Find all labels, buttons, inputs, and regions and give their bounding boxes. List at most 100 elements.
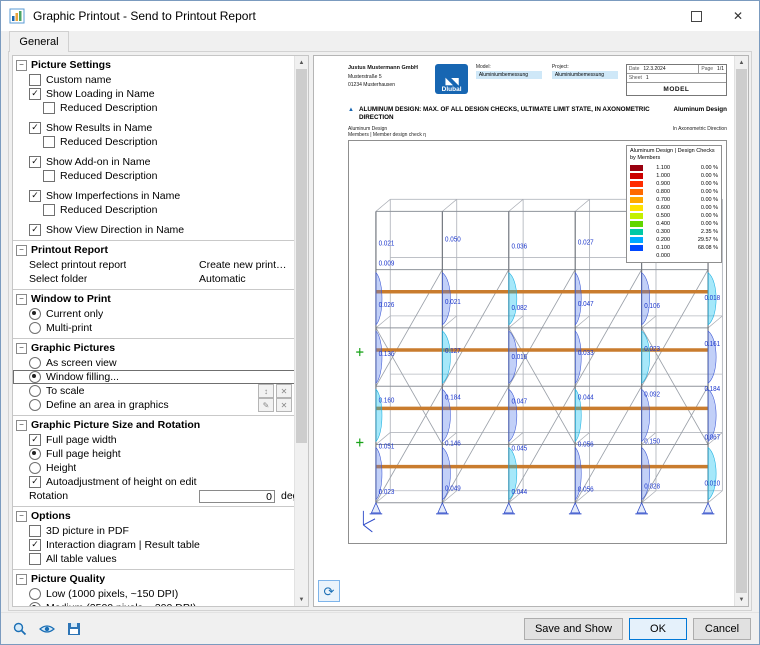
row-current-only[interactable]: Current only [13,307,295,321]
svg-text:0.018: 0.018 [704,295,720,302]
radio-unselected[interactable] [29,357,41,369]
checkbox-checked[interactable]: ✓ [29,190,41,202]
radio-unselected[interactable] [29,322,41,334]
scrollbar-thumb[interactable] [736,69,747,593]
collapse-icon[interactable]: − [16,244,27,256]
row-rotation[interactable]: Rotation 0 deg [13,489,295,503]
view-button[interactable] [36,618,58,640]
row-reduced-description[interactable]: Reduced Description [13,135,295,149]
row-show-add-on-in-name[interactable]: ✓ Show Add-on in Name [13,155,295,169]
tab-general[interactable]: General [9,31,69,52]
row-window-filling[interactable]: Window filling... [13,370,295,384]
scrollbar-thumb[interactable] [296,69,307,443]
subtitle-line2: Members | Member design check η [348,132,426,139]
row-show-results-in-name[interactable]: ✓ Show Results in Name [13,121,295,135]
row-label: Window filling... [46,371,119,383]
row-as-screen-view[interactable]: As screen view [13,356,295,370]
company-name: Justus Mustermann GmbH [348,65,418,71]
row-select-folder[interactable]: Select folder Automatic [13,272,295,286]
row-show-imperfections-in-name[interactable]: ✓ Show Imperfections in Name [13,189,295,203]
scroll-up-icon[interactable] [295,56,308,69]
legend-swatch [630,205,643,212]
row-autoadjustment-of-height-on-edit[interactable]: ✓ Autoadjustment of height on edit [13,475,295,489]
checkbox-checked[interactable]: ✓ [29,122,41,134]
checkbox-unchecked[interactable] [29,553,41,565]
app-icon [9,8,25,24]
checkbox-checked[interactable]: ✓ [29,476,41,488]
row-to-scale[interactable]: To scale ↕ ✕ [13,384,295,398]
radio-unselected[interactable] [29,385,41,397]
checkbox-checked[interactable]: ✓ [29,539,41,551]
checkbox-checked[interactable]: ✓ [29,156,41,168]
section-picture-settings: − Picture Settings Custom name ✓ Show Loadin… [13,56,295,240]
checkbox-checked[interactable]: ✓ [29,434,41,446]
radio-selected[interactable] [29,602,41,606]
collapse-icon[interactable]: − [16,59,27,71]
row-height[interactable]: Height [13,461,295,475]
legend-swatch [630,229,643,236]
company-city: 01234 Musterhausen [348,81,395,88]
checkbox-unchecked[interactable] [43,204,55,216]
row-custom-name[interactable]: Custom name [13,73,295,87]
find-button[interactable] [9,618,31,640]
radio-unselected[interactable] [29,399,41,411]
collapse-icon[interactable]: − [16,293,27,305]
save-and-show-button[interactable]: Save and Show [523,617,623,640]
collapse-icon[interactable]: − [16,573,27,585]
row-full-page-height[interactable]: Full page height [13,447,295,461]
checkbox-unchecked[interactable] [43,102,55,114]
scale-ratio-button[interactable]: ↕ [258,384,274,398]
maximize-button[interactable] [675,1,717,31]
row-show-view-direction-in-name[interactable]: ✓ Show View Direction in Name [13,223,295,237]
row-all-table-values[interactable]: All table values [13,552,295,566]
clear-button[interactable]: ✕ [276,398,292,412]
collapse-icon[interactable]: − [16,510,27,522]
row-reduced-description[interactable]: Reduced Description [13,203,295,217]
legend-value: 0.300 [656,229,670,236]
checkbox-unchecked[interactable] [43,136,55,148]
row-full-page-width[interactable]: ✓ Full page width [13,433,295,447]
row-select-printout-report[interactable]: Select printout report Create new printou… [13,258,295,272]
edit-area-button[interactable]: ✎ [258,398,274,412]
row-label: Reduced Description [60,136,158,148]
checkbox-unchecked[interactable] [43,170,55,182]
preview-scrollbar[interactable] [734,56,748,606]
checkbox-checked[interactable]: ✓ [29,224,41,236]
clear-button[interactable]: ✕ [276,384,292,398]
row-medium-2500-pixels-300-dpi[interactable]: Medium (2500 pixels, ~300 DPI) [13,601,295,606]
ok-button[interactable]: OK [629,617,687,640]
row-reduced-description[interactable]: Reduced Description [13,101,295,115]
radio-selected[interactable] [29,448,41,460]
field-value[interactable]: Automatic [199,273,291,285]
row-multi-print[interactable]: Multi-print [13,321,295,335]
maximize-icon [690,10,702,22]
radio-selected[interactable] [29,371,41,383]
scroll-up-icon[interactable] [735,56,748,69]
row-reduced-description[interactable]: Reduced Description [13,169,295,183]
radio-unselected[interactable] [29,588,41,600]
refresh-preview-button[interactable]: ⟳ [318,580,340,602]
checkbox-checked[interactable]: ✓ [29,88,41,100]
cancel-button[interactable]: Cancel [693,617,751,640]
save-defaults-button[interactable] [63,618,85,640]
collapse-icon[interactable]: − [16,342,27,354]
svg-text:0.044: 0.044 [511,489,527,496]
checkbox-unchecked[interactable] [29,525,41,537]
value-input[interactable]: 0 [199,489,275,503]
row-define-an-area-in-graphics[interactable]: Define an area in graphics ✎ ✕ [13,398,295,412]
radio-selected[interactable] [29,308,41,320]
row-show-loading-in-name[interactable]: ✓ Show Loading in Name [13,87,295,101]
row-low-1000-pixels-150-dpi[interactable]: Low (1000 pixels, ~150 DPI) [13,587,295,601]
scroll-down-icon[interactable] [295,593,308,606]
field-value[interactable]: Create new printout re... [199,259,291,271]
section-title: Options [31,510,71,522]
settings-scrollbar[interactable] [294,56,308,606]
section-header: − Window to Print [13,291,295,307]
close-button[interactable]: ✕ [717,1,759,31]
scroll-down-icon[interactable] [735,593,748,606]
row-3d-picture-in-pdf[interactable]: 3D picture in PDF [13,524,295,538]
row-interaction-diagram-result-table[interactable]: ✓ Interaction diagram | Result table [13,538,295,552]
collapse-icon[interactable]: − [16,419,27,431]
radio-unselected[interactable] [29,462,41,474]
checkbox-unchecked[interactable] [29,74,41,86]
